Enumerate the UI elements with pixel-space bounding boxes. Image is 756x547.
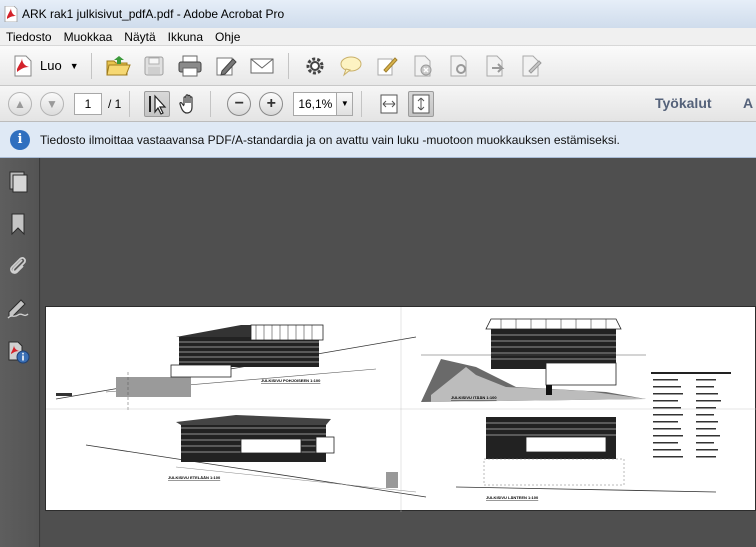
tool-a-icon[interactable] — [410, 53, 436, 79]
arrow-down-icon: ▼ — [46, 96, 58, 111]
label-east: JULKISIVU ITÄÄN 1:100 — [451, 395, 497, 400]
pdf-page[interactable]: JULKISIVU POHJOISEEN 1:100 JULKISIVU ITÄ… — [45, 306, 756, 512]
select-cursor-icon — [149, 93, 167, 115]
zoom-out-button[interactable]: − — [227, 91, 252, 116]
sheet-frame — [46, 307, 756, 512]
menu-edit[interactable]: Muokkaa — [58, 30, 119, 44]
legend-block — [651, 372, 731, 458]
tool-c-icon[interactable] — [482, 53, 508, 79]
menu-help[interactable]: Ohje — [209, 30, 246, 44]
pdfa-info-bar: i Tiedosto ilmoittaa vastaavansa PDF/A-s… — [0, 122, 756, 158]
menu-view[interactable]: Näytä — [118, 30, 161, 44]
window-title: ARK rak1 julkisivut_pdfA.pdf - Adobe Acr… — [22, 7, 285, 21]
zoom-select[interactable]: 16,1% ▼ — [293, 91, 354, 116]
open-folder-icon[interactable] — [105, 53, 131, 79]
label-north: JULKISIVU POHJOISEEN 1:100 — [261, 378, 321, 383]
create-label: Luo — [40, 58, 62, 73]
menu-file[interactable]: Tiedosto — [0, 30, 58, 44]
plus-icon: + — [266, 94, 277, 112]
tool-b-icon[interactable] — [446, 53, 472, 79]
toolbar-separator — [210, 90, 212, 117]
save-icon[interactable] — [141, 53, 167, 79]
fit-width-icon — [380, 94, 398, 113]
page-total: / 1 — [108, 96, 122, 111]
page-thumbnails-icon[interactable] — [6, 170, 30, 194]
sign-icon[interactable] — [374, 53, 400, 79]
chevron-down-icon[interactable]: ▼ — [336, 92, 353, 115]
info-icon: i — [10, 129, 30, 150]
create-button[interactable]: Luo ▼ — [8, 52, 83, 80]
toolbar-separator — [287, 52, 289, 79]
zoom-in-button[interactable]: + — [259, 91, 284, 116]
email-icon[interactable] — [249, 53, 275, 79]
pdf-app-icon — [4, 6, 18, 22]
previous-page-button[interactable]: ▲ — [8, 91, 32, 116]
next-page-button[interactable]: ▼ — [40, 91, 64, 116]
document-properties-icon[interactable] — [6, 340, 30, 364]
create-pdf-icon — [14, 55, 32, 76]
navigation-pane — [0, 158, 40, 547]
chevron-down-icon: ▼ — [69, 60, 79, 71]
document-area[interactable]: JULKISIVU POHJOISEEN 1:100 JULKISIVU ITÄ… — [41, 158, 756, 547]
minus-icon: − — [234, 94, 245, 112]
toolbar-separator — [361, 90, 363, 117]
signatures-icon[interactable] — [6, 296, 30, 320]
title-bar: ARK rak1 julkisivut_pdfA.pdf - Adobe Acr… — [0, 0, 756, 28]
comment-icon[interactable] — [338, 53, 364, 79]
toolbar-separator — [90, 52, 92, 79]
hand-tool-button[interactable] — [176, 91, 202, 117]
bookmarks-icon[interactable] — [6, 212, 30, 236]
print-icon[interactable] — [177, 53, 203, 79]
fit-page-button[interactable] — [408, 90, 435, 117]
fit-width-button[interactable] — [376, 91, 402, 117]
settings-icon[interactable] — [302, 53, 328, 79]
navigation-toolbar: ▲ ▼ 1 / 1 − + 16,1% ▼ — [0, 86, 756, 122]
hand-icon — [179, 93, 193, 114]
elevation-south: JULKISIVU ETELÄÄN 1:100 — [85, 415, 427, 498]
select-tool-button[interactable] — [144, 90, 171, 117]
menu-window[interactable]: Ikkuna — [162, 30, 209, 44]
main-toolbar: Luo ▼ — [0, 46, 756, 86]
comment-pane-link[interactable]: A — [743, 95, 753, 111]
edit-icon[interactable] — [213, 53, 239, 79]
attachments-icon[interactable] — [6, 254, 30, 278]
page-number-input[interactable]: 1 — [74, 92, 102, 115]
label-west: JULKISIVU LÄNTEEN 1:100 — [486, 495, 539, 500]
info-message: Tiedosto ilmoittaa vastaavansa PDF/A-sta… — [40, 132, 620, 147]
menu-bar: Tiedosto Muokkaa Näytä Ikkuna Ohje — [0, 28, 756, 46]
tools-pane-link[interactable]: Työkalut — [655, 95, 712, 111]
elevation-north: JULKISIVU POHJOISEEN 1:100 — [55, 324, 417, 412]
arrow-up-icon: ▲ — [14, 96, 26, 111]
fit-page-icon — [412, 94, 430, 113]
label-south: JULKISIVU ETELÄÄN 1:100 — [168, 475, 221, 480]
tool-d-icon[interactable] — [518, 53, 544, 79]
toolbar-separator — [129, 90, 131, 117]
architectural-drawing: JULKISIVU POHJOISEEN 1:100 JULKISIVU ITÄ… — [46, 307, 756, 512]
elevation-east: JULKISIVU ITÄÄN 1:100 — [421, 318, 646, 402]
zoom-value: 16,1% — [298, 96, 333, 111]
